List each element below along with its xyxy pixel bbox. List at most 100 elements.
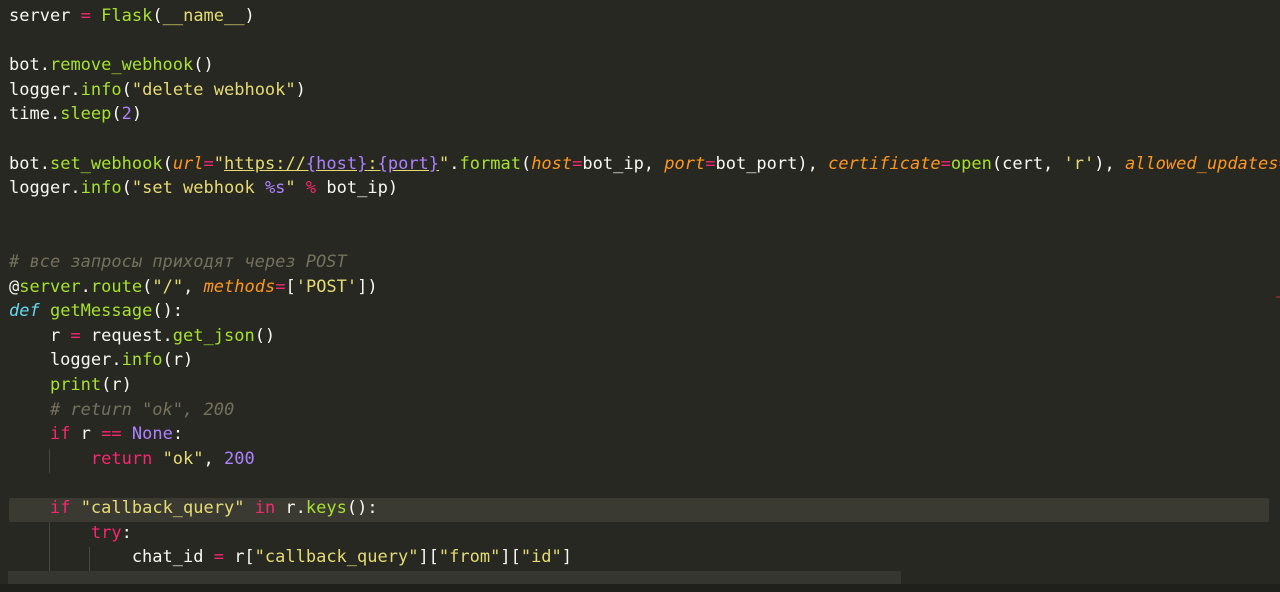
code-token-plain: (cert, [991, 153, 1064, 174]
code-token-plain: ( [520, 153, 532, 174]
code-token-special: %s [264, 178, 286, 199]
code-line[interactable]: return "ok", 200 [9, 447, 255, 471]
code-token-plain: ( [121, 178, 132, 199]
code-token-op: = [70, 325, 81, 346]
code-token-plain: ]) [357, 276, 378, 297]
code-token-plain: ] [561, 547, 573, 568]
code-token-op: = [940, 153, 951, 174]
code-line[interactable]: bot.set_webhook(url="https://{host}:{por… [9, 152, 1280, 176]
code-token-plain: r [70, 424, 102, 445]
code-line[interactable]: print(r) [9, 373, 132, 397]
minimap-marker [1276, 296, 1280, 298]
code-token-fn: getMessage [49, 301, 153, 322]
code-token-param: allowed_updates [1124, 153, 1279, 174]
code-token-plain: bot_ip) [316, 178, 399, 199]
code-token-op: == [101, 424, 122, 445]
code-line[interactable]: server = Flask(__name__) [9, 4, 255, 28]
code-token-op: = [572, 153, 583, 174]
code-line[interactable]: logger.info("set webhook %s" % bot_ip) [9, 176, 398, 200]
code-token-plain: . [39, 153, 50, 174]
code-token-plain: ( [121, 79, 132, 100]
horizontal-scrollbar[interactable] [8, 571, 901, 584]
code-token-plain: , [203, 448, 224, 469]
code-token-op: = [203, 153, 214, 174]
code-token-str: "/" [152, 276, 184, 297]
code-line[interactable]: logger.info(r) [9, 348, 193, 372]
code-token-const: None [131, 424, 173, 445]
code-token-str: __name__ [162, 6, 245, 26]
code-token-op: = [275, 276, 286, 297]
code-token-str: " [285, 178, 296, 199]
code-token-deco: server [19, 276, 81, 297]
code-line[interactable]: time.sleep(2) [9, 102, 142, 126]
code-token-plain: ) [131, 104, 143, 125]
code-token-plain: (): [152, 301, 184, 322]
code-token-plain: chat_id [9, 547, 214, 568]
code-token-plain: (): [346, 498, 378, 518]
code-token-fn: set_webhook [49, 153, 163, 174]
code-token-kw: if [49, 424, 71, 445]
code-token-fn: print [49, 375, 102, 395]
code-line[interactable]: r = request.get_json() [9, 324, 275, 348]
code-line[interactable]: if "callback_query" in r.keys(): [9, 496, 378, 520]
code-line[interactable]: chat_id = r["callback_query"]["from"]["i… [9, 545, 572, 569]
code-token-param: port [664, 153, 706, 174]
code-token-plain: ( [142, 276, 153, 297]
code-token-kw: in [254, 498, 276, 518]
code-token-plain: @ [9, 276, 20, 297]
code-token-fn: info [80, 178, 122, 199]
code-line[interactable]: if r == None: [9, 422, 183, 446]
code-token-fn: Flask [101, 6, 153, 26]
code-token-str: " [213, 153, 225, 174]
code-token-plain: (r) [101, 375, 132, 395]
code-line[interactable]: # return "ok", 200 [9, 398, 234, 422]
code-token-plain: logger. [9, 350, 122, 371]
code-token-plain: logger [9, 178, 71, 199]
code-token-num: 200 [224, 448, 255, 469]
code-token-str: "delete webhook" [131, 79, 296, 100]
code-token-str: "set webhook [131, 178, 265, 199]
code-token-str: "from" [438, 547, 501, 568]
code-line[interactable]: def getMessage(): [9, 299, 183, 323]
code-token-plain: bot_ip, [582, 153, 665, 174]
code-token-plain: ), [1094, 153, 1125, 174]
code-token-fmt: {port} [377, 153, 440, 174]
code-line[interactable]: # все запросы приходят через POST [9, 250, 347, 274]
code-line[interactable]: bot.remove_webhook() [9, 53, 214, 77]
code-line[interactable]: @server.route("/", methods=['POST']) [9, 275, 378, 299]
code-token-fn: keys [305, 498, 347, 518]
code-token-plain: r[ [223, 547, 255, 568]
code-token-fn: format [459, 153, 521, 174]
code-token-plain: : [172, 424, 184, 445]
code-editor[interactable]: server = Flask(__name__) bot.remove_webho… [0, 0, 1280, 592]
code-token-kw: try [90, 522, 122, 543]
code-token-op: = [705, 153, 716, 174]
code-token-plain: bot_port), [715, 153, 829, 174]
code-token-plain: ][ [500, 547, 521, 568]
code-line[interactable]: logger.info("delete webhook") [9, 78, 306, 102]
code-token-op: = [80, 6, 91, 26]
code-token-plain: ( [162, 153, 173, 174]
code-token-def: def [9, 301, 40, 322]
code-token-fn: info [121, 350, 163, 371]
code-token-url: https:// [224, 153, 306, 174]
code-token-str: "callback_query" [254, 547, 419, 568]
code-token-param: url [172, 153, 204, 174]
code-token-fmt: {host} [305, 153, 368, 174]
code-token-plain: r. [275, 498, 306, 518]
code-token-plain: . [80, 276, 91, 297]
code-token-plain: . [49, 104, 61, 125]
code-token-str: "callback_query" [80, 498, 245, 518]
code-line[interactable]: try: [9, 521, 132, 545]
